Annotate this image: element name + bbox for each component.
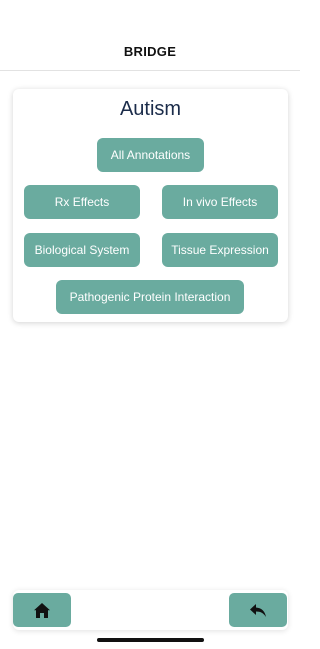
card-title: Autism (119, 98, 182, 120)
annotation-card: Autism All Annotations Rx Effects In viv… (13, 89, 288, 322)
back-arrow-icon (250, 603, 266, 617)
home-button[interactable] (13, 593, 71, 627)
home-indicator (97, 638, 204, 642)
header: BRIDGE (0, 0, 300, 71)
home-icon (34, 602, 50, 618)
tissue-expression-button[interactable]: Tissue Expression (162, 233, 278, 267)
pathogenic-protein-interaction-button[interactable]: Pathogenic Protein Interaction (56, 280, 244, 314)
all-annotations-button[interactable]: All Annotations (97, 138, 204, 172)
app-screen: BRIDGE Autism All Annotations Rx Effects… (0, 0, 300, 649)
page-title: BRIDGE (123, 44, 177, 59)
in-vivo-effects-button[interactable]: In vivo Effects (162, 185, 278, 219)
biological-system-button[interactable]: Biological System (24, 233, 140, 267)
back-button[interactable] (229, 593, 287, 627)
rx-effects-button[interactable]: Rx Effects (24, 185, 140, 219)
